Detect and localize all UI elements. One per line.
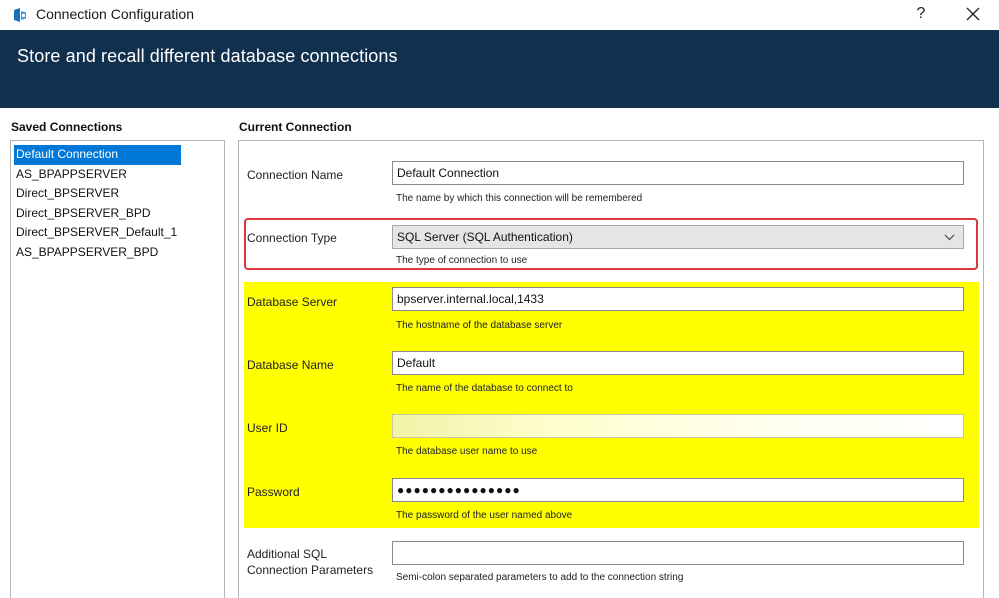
header-banner: Store and recall different database conn… xyxy=(0,30,999,108)
user-id-help: The database user name to use xyxy=(396,446,538,457)
database-server-input[interactable]: bpserver.internal.local,1433 xyxy=(392,287,964,311)
user-id-input[interactable] xyxy=(392,414,964,438)
connection-type-value: SQL Server (SQL Authentication) xyxy=(397,230,573,244)
additional-params-label: Additional SQL Connection Parameters xyxy=(247,546,373,578)
window-title: Connection Configuration xyxy=(36,6,194,22)
additional-params-input[interactable] xyxy=(392,541,964,565)
app-icon xyxy=(12,7,28,23)
database-name-input[interactable]: Default xyxy=(392,351,964,375)
password-label: Password xyxy=(247,485,300,499)
database-server-label: Database Server xyxy=(247,295,338,309)
database-name-help: The name of the database to connect to xyxy=(396,383,573,394)
database-name-label: Database Name xyxy=(247,358,334,372)
saved-connection-item[interactable]: Default Connection xyxy=(14,145,181,165)
connection-name-help: The name by which this connection will b… xyxy=(396,193,643,204)
connection-type-select[interactable]: SQL Server (SQL Authentication) xyxy=(392,225,964,249)
close-button[interactable] xyxy=(953,2,993,28)
close-icon xyxy=(966,7,980,21)
saved-connection-item[interactable]: AS_BPAPPSERVER_BPD xyxy=(14,243,162,263)
password-masked-value: ●●●●●●●●●●●●●●● xyxy=(397,483,521,497)
saved-connection-item[interactable]: Direct_BPSERVER_BPD xyxy=(14,204,155,224)
user-id-label: User ID xyxy=(247,421,288,435)
saved-connections-heading: Saved Connections xyxy=(11,120,123,134)
connection-type-label: Connection Type xyxy=(247,231,337,245)
banner-title: Store and recall different database conn… xyxy=(17,46,398,66)
additional-params-label-line2: Connection Parameters xyxy=(247,563,374,577)
database-server-help: The hostname of the database server xyxy=(396,320,563,331)
connection-name-label: Connection Name xyxy=(247,168,344,182)
chevron-down-icon xyxy=(944,234,955,241)
saved-connections-list[interactable]: Default Connection AS_BPAPPSERVER Direct… xyxy=(10,140,225,598)
saved-connection-item[interactable]: Direct_BPSERVER_Default_1 xyxy=(14,223,181,243)
password-help: The password of the user named above xyxy=(396,510,573,521)
saved-connection-item[interactable]: Direct_BPSERVER xyxy=(14,184,123,204)
connection-type-help: The type of connection to use xyxy=(396,255,528,266)
saved-connection-item[interactable]: AS_BPAPPSERVER xyxy=(14,165,131,185)
current-connection-heading: Current Connection xyxy=(239,120,352,134)
additional-params-label-line1: Additional SQL xyxy=(247,547,328,561)
help-button[interactable]: ? xyxy=(905,2,937,28)
password-input[interactable]: ●●●●●●●●●●●●●●● xyxy=(392,478,964,502)
title-bar: Connection Configuration ? xyxy=(0,0,999,30)
additional-params-help: Semi-colon separated parameters to add t… xyxy=(396,572,684,583)
connection-name-input[interactable]: Default Connection xyxy=(392,161,964,185)
